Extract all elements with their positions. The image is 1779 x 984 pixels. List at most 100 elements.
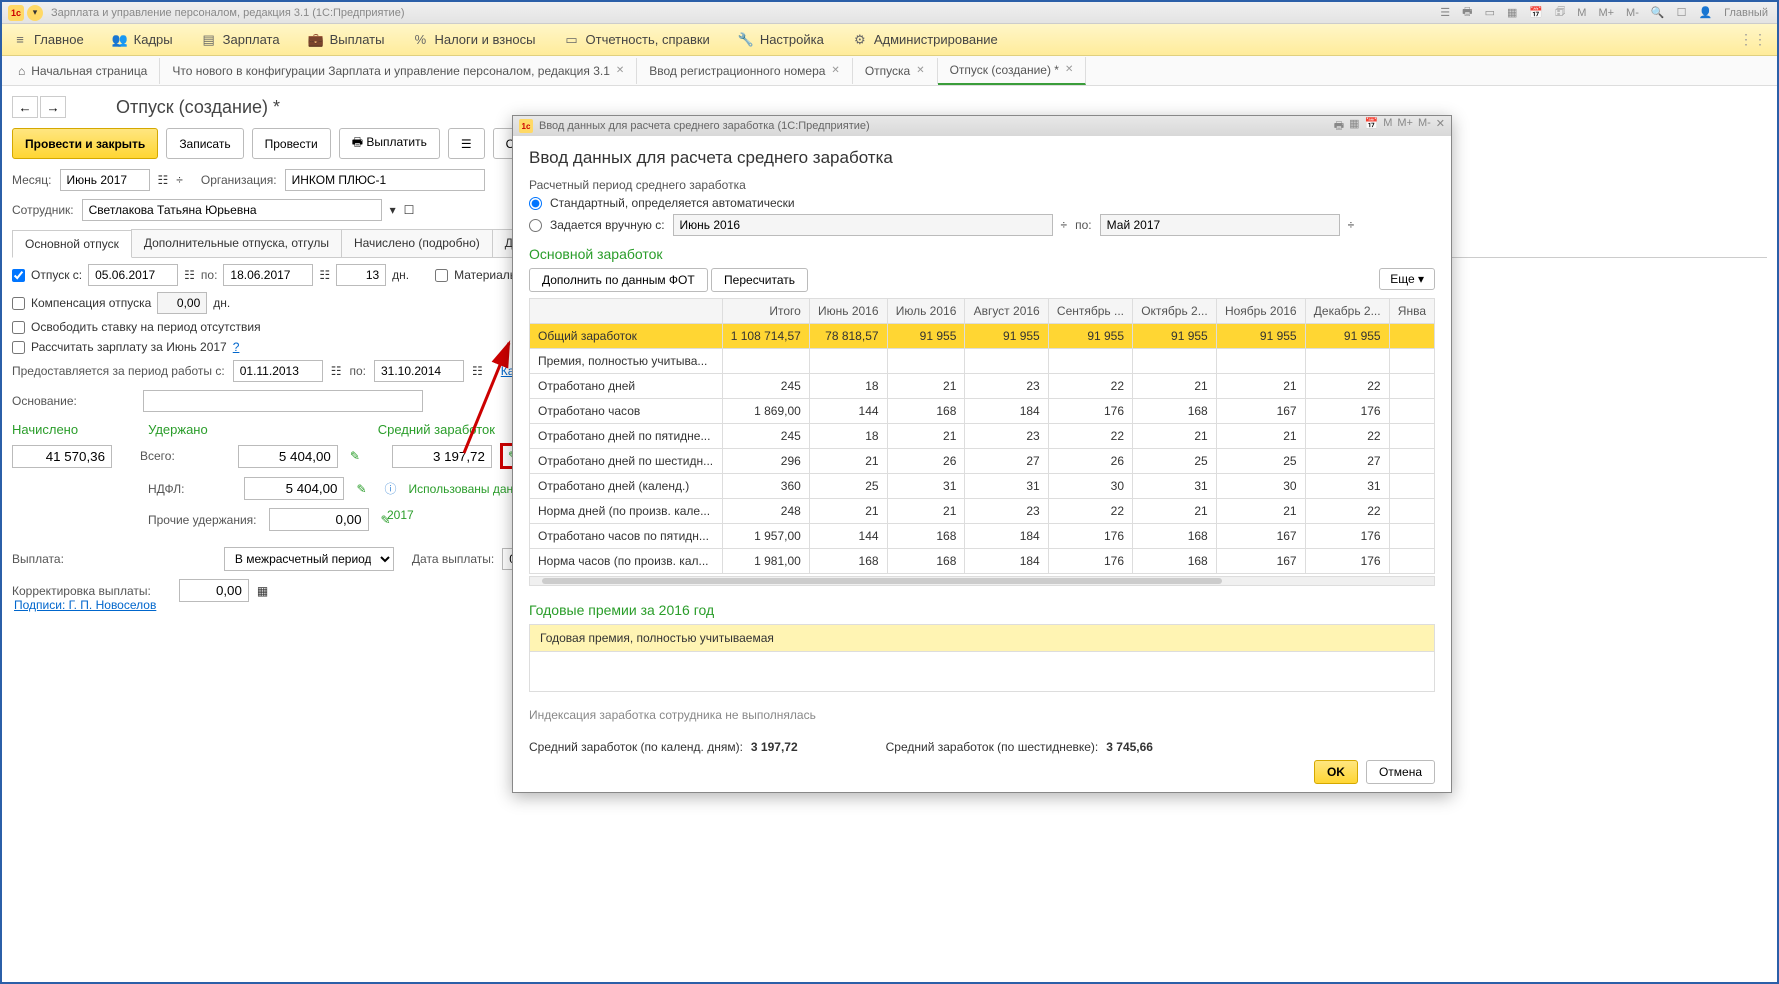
cell[interactable]: 168 [1133,399,1217,424]
month-input[interactable] [60,169,150,191]
cell[interactable]: 21 [809,449,887,474]
table-header[interactable]: Июль 2016 [887,299,965,324]
m-icon[interactable]: M [1574,5,1589,21]
table-row[interactable]: Общий заработок1 108 714,5778 818,5791 9… [530,324,1435,349]
table-header[interactable]: Итого [722,299,809,324]
cell[interactable]: 184 [965,524,1048,549]
pencil-icon[interactable]: ✎ [377,513,395,527]
cell[interactable]: 23 [965,374,1048,399]
cell[interactable]: 25 [1133,449,1217,474]
payout-select[interactable]: В межрасчетный период [224,547,394,571]
cell[interactable]: 167 [1216,524,1305,549]
cell[interactable]: 167 [1216,549,1305,574]
cell[interactable] [1389,549,1434,574]
calendar-icon[interactable]: 📅 [1364,117,1378,136]
cell[interactable]: 360 [722,474,809,499]
cell[interactable]: 91 955 [1216,324,1305,349]
cell[interactable]: 26 [1048,449,1132,474]
cell[interactable]: 91 955 [1305,324,1389,349]
cell[interactable]: 21 [887,374,965,399]
tab-vacation-create[interactable]: Отпуск (создание) *✕ [938,57,1087,85]
calc-icon[interactable]: ▦ [257,584,268,598]
cell[interactable]: 176 [1048,524,1132,549]
close-icon[interactable]: ✕ [831,65,839,76]
post-button[interactable]: Провести [252,128,331,159]
reason-input[interactable] [143,390,423,412]
ndfl-input[interactable] [244,477,344,500]
calc-icon[interactable]: ▦ [1504,4,1520,21]
cell[interactable]: 22 [1048,374,1132,399]
cancel-button[interactable]: Отмена [1366,760,1435,784]
cell[interactable]: 25 [1216,449,1305,474]
cell[interactable] [1389,499,1434,524]
tab-whatsnew[interactable]: Что нового в конфигурации Зарплата и упр… [160,58,637,84]
bookmark-icon[interactable]: ☰ [1437,4,1453,21]
close-icon[interactable]: ✕ [1065,64,1073,75]
table-row[interactable]: Отработано часов по пятидн...1 957,00144… [530,524,1435,549]
cell[interactable] [1389,474,1434,499]
cell[interactable]: 144 [809,524,887,549]
table-row[interactable]: Премия, полностью учитыва... [530,349,1435,374]
cell[interactable]: 176 [1305,549,1389,574]
tab-home[interactable]: ⌂Начальная страница [6,58,160,84]
help-icon[interactable]: ? [233,340,240,354]
cell[interactable]: 31 [887,474,965,499]
cell[interactable]: 176 [1048,399,1132,424]
cell[interactable]: 25 [809,474,887,499]
cell[interactable]: 21 [1133,424,1217,449]
cell[interactable] [1305,349,1389,374]
vacation-checkbox[interactable] [12,269,25,282]
cell[interactable] [1389,524,1434,549]
calendar-icon[interactable]: ☷ [472,364,483,378]
cell[interactable] [965,349,1048,374]
nav-main[interactable]: ≡Главное [12,32,84,48]
open-icon[interactable]: ☐ [404,203,415,217]
cell[interactable]: 176 [1048,549,1132,574]
cell[interactable]: 168 [1133,549,1217,574]
employee-input[interactable] [82,199,382,221]
month-calendar-icon[interactable]: ☷ [158,173,169,187]
cell[interactable]: 21 [1216,374,1305,399]
more-button[interactable]: Еще ▾ [1379,268,1435,290]
cell[interactable]: 21 [1133,499,1217,524]
vacation-from-input[interactable] [88,264,178,286]
table-row[interactable]: Отработано дней по шестидн...29621262726… [530,449,1435,474]
cell[interactable]: 21 [887,499,965,524]
cell[interactable] [1389,349,1434,374]
cell[interactable]: 176 [1305,399,1389,424]
cell[interactable]: 22 [1305,424,1389,449]
calendar-icon[interactable]: ☷ [331,364,342,378]
average-input[interactable] [392,445,492,468]
pay-button[interactable]: 🖶 Выплатить [339,128,440,159]
subtab-main[interactable]: Основной отпуск [12,230,132,258]
pencil-icon[interactable]: ✎ [352,482,370,496]
table-row[interactable]: Отработано дней24518212322212122 [530,374,1435,399]
nav-reports[interactable]: ▭Отчетность, справки [564,32,710,48]
cell[interactable]: 31 [1133,474,1217,499]
close-icon[interactable]: ✕ [616,65,624,76]
table-header[interactable]: Октябрь 2... [1133,299,1217,324]
post-and-close-button[interactable]: Провести и закрыть [12,128,158,159]
nav-personnel[interactable]: 👥Кадры [112,32,173,48]
cell[interactable]: 31 [1305,474,1389,499]
cell[interactable]: 245 [722,374,809,399]
cell[interactable]: 23 [965,499,1048,524]
back-button[interactable]: ← [12,96,38,118]
user-label[interactable]: Главный [1721,5,1771,21]
recalculate-button[interactable]: Пересчитать [711,268,808,292]
calc-icon[interactable]: ▦ [1349,117,1359,136]
cell[interactable]: 296 [722,449,809,474]
calc-salary-checkbox[interactable] [12,341,25,354]
period-manual-radio[interactable] [529,219,542,232]
cell[interactable] [887,349,965,374]
nav-settings[interactable]: 🔧Настройка [738,32,824,48]
table-header[interactable]: Ноябрь 2016 [1216,299,1305,324]
cell[interactable] [1389,324,1434,349]
print-icon[interactable]: 🖶 [1459,1,1475,24]
cell[interactable]: 18 [809,374,887,399]
period-to-input[interactable] [374,360,464,382]
cell[interactable]: 22 [1305,374,1389,399]
period-standard-radio[interactable] [529,197,542,210]
compensation-checkbox[interactable] [12,297,25,310]
table-header[interactable]: Август 2016 [965,299,1048,324]
